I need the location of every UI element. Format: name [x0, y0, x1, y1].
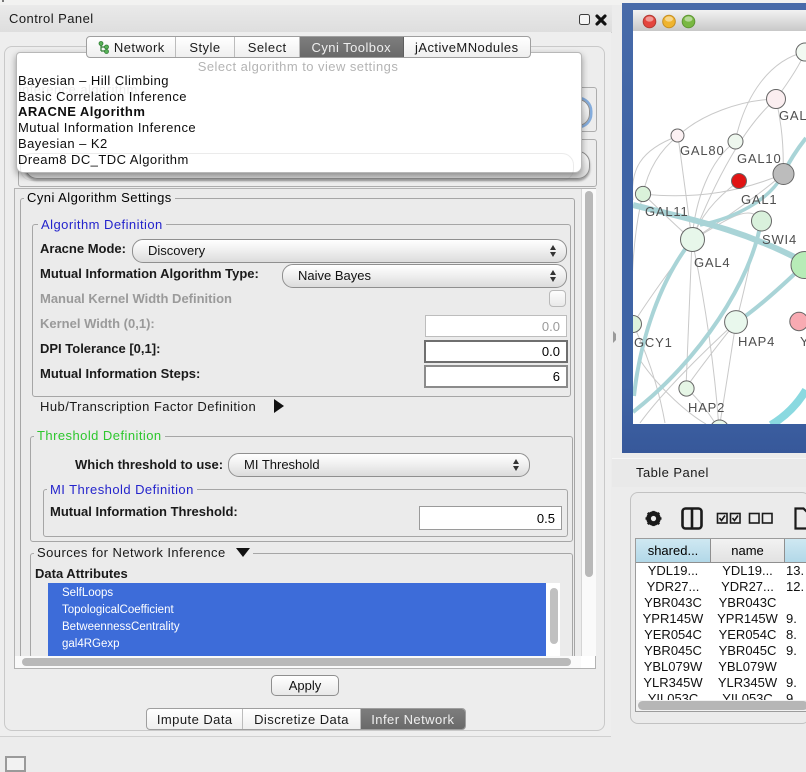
svg-text:GCY1: GCY1: [634, 335, 673, 350]
svg-text:GAL80: GAL80: [680, 143, 724, 158]
svg-text:GAL: GAL: [779, 108, 806, 123]
svg-text:Y: Y: [800, 334, 806, 349]
svg-text:GAL10: GAL10: [737, 151, 781, 166]
svg-text:GAL11: GAL11: [645, 204, 689, 219]
svg-text:HAP2: HAP2: [688, 400, 725, 415]
svg-text:GAL4: GAL4: [694, 255, 730, 270]
svg-text:GAL1: GAL1: [741, 192, 777, 207]
svg-text:HAP4: HAP4: [738, 334, 775, 349]
svg-text:SWI4: SWI4: [762, 232, 797, 247]
